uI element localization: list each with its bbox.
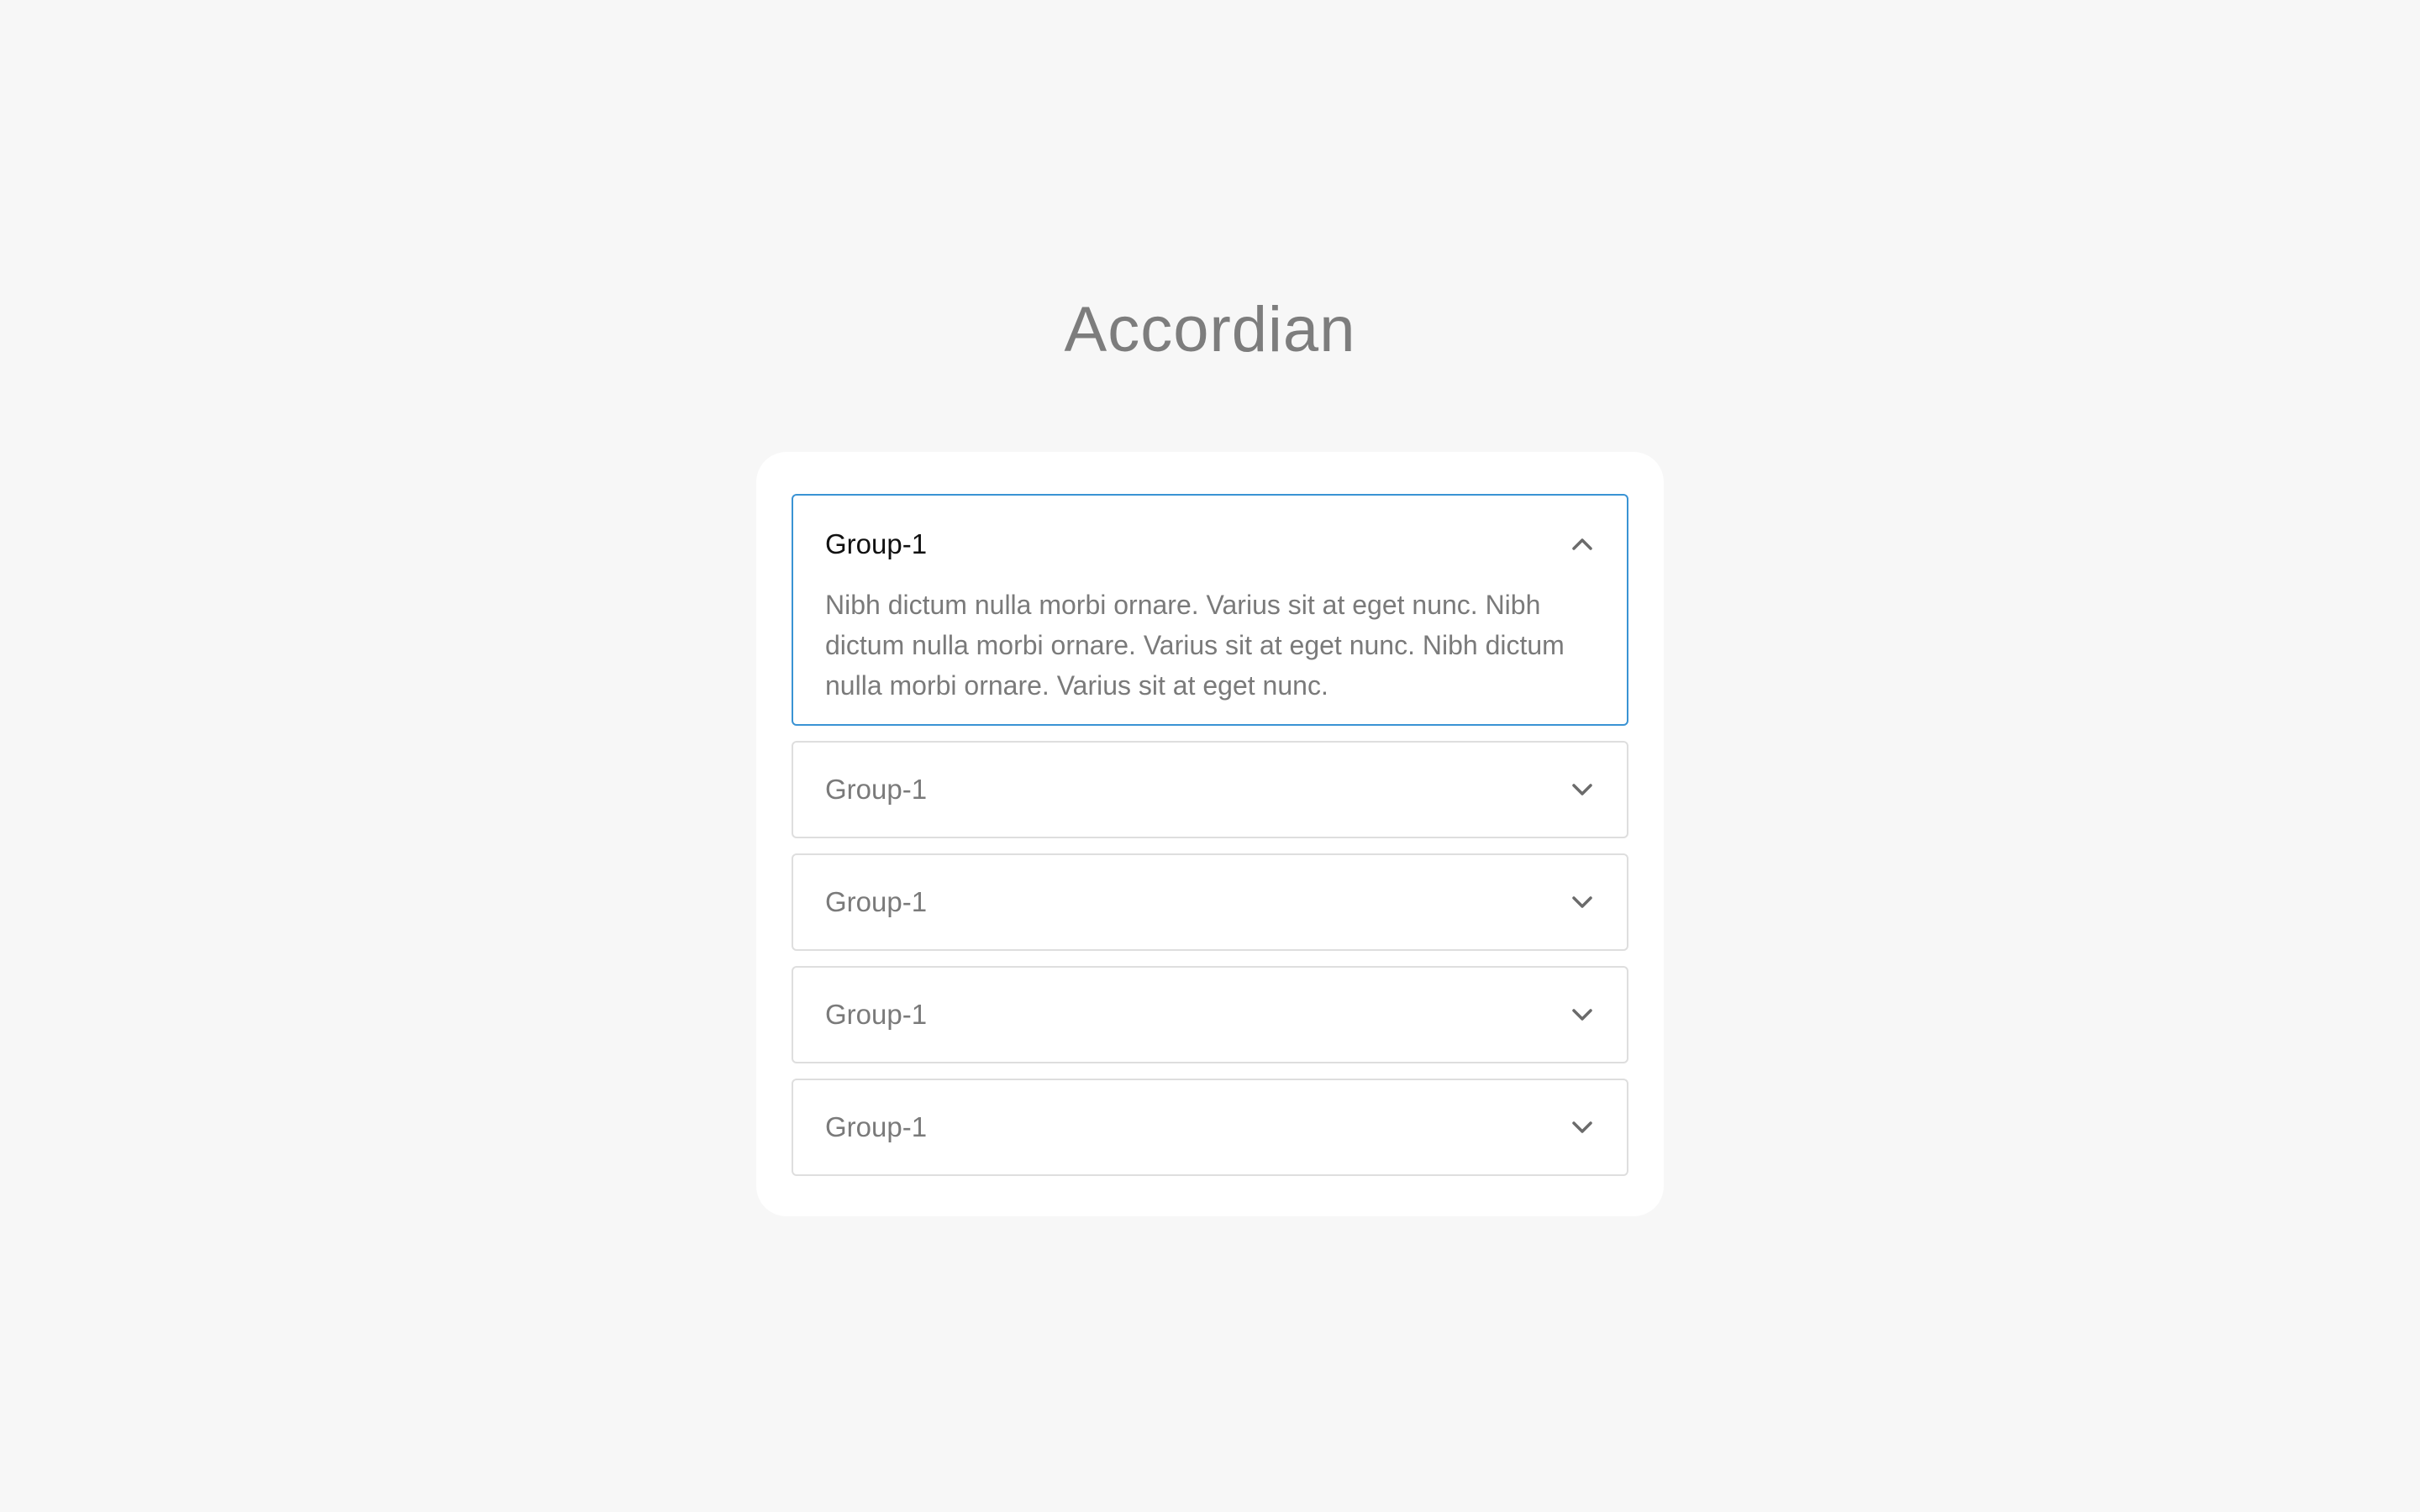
chevron-down-icon[interactable]	[1570, 777, 1595, 802]
accordion-item-5[interactable]: Group-1	[792, 1079, 1628, 1176]
accordion-header[interactable]: Group-1	[793, 855, 1627, 949]
chevron-down-icon[interactable]	[1570, 1002, 1595, 1027]
chevron-up-icon[interactable]	[1570, 532, 1595, 557]
accordion-title: Group-1	[825, 774, 928, 805]
accordion-header[interactable]: Group-1	[793, 743, 1627, 837]
page-title: Accordian	[1064, 294, 1356, 365]
accordion-content: Nibh dictum nulla morbi ornare. Varius s…	[825, 590, 1565, 701]
accordion-title: Group-1	[825, 528, 928, 559]
accordion-title: Group-1	[825, 999, 928, 1030]
accordion-item-4[interactable]: Group-1	[792, 966, 1628, 1063]
accordion-item-2[interactable]: Group-1	[792, 741, 1628, 838]
accordion-header[interactable]: Group-1	[793, 496, 1627, 593]
accordion-item-3[interactable]: Group-1	[792, 853, 1628, 951]
accordion-title: Group-1	[825, 886, 928, 917]
accordion-title: Group-1	[825, 1111, 928, 1142]
accordion-header[interactable]: Group-1	[793, 1080, 1627, 1174]
accordion-header[interactable]: Group-1	[793, 968, 1627, 1062]
chevron-down-icon[interactable]	[1570, 890, 1595, 915]
accordion-item-1[interactable]: Group-1 Nibh dictum nulla morbi ornare. …	[792, 494, 1628, 726]
accordion-card: Group-1 Nibh dictum nulla morbi ornare. …	[756, 452, 1664, 1216]
chevron-down-icon[interactable]	[1570, 1115, 1595, 1140]
